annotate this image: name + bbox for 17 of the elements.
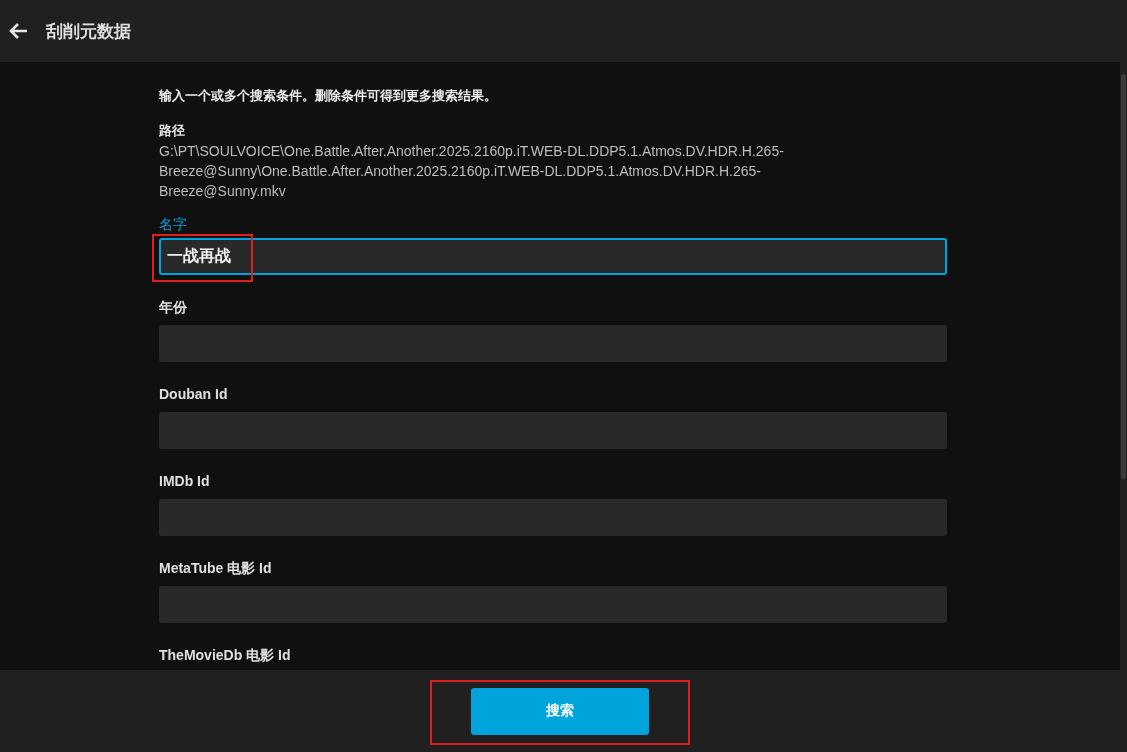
field-label: IMDb Id	[159, 472, 211, 491]
back-arrow-icon[interactable]	[8, 22, 28, 40]
field-label: 年份	[159, 298, 188, 317]
scrollbar-thumb[interactable]	[1121, 74, 1126, 479]
input-field[interactable]: 一战再战	[159, 238, 947, 275]
input-field[interactable]	[159, 586, 947, 623]
path-label: 路径	[159, 122, 186, 140]
field-label: Douban Id	[159, 385, 229, 404]
input-field[interactable]	[159, 412, 947, 449]
input-field[interactable]	[159, 499, 947, 536]
instruction-text: 输入一个或多个搜索条件。删除条件可得到更多搜索结果。	[159, 87, 498, 105]
path-text: G:\PT\SOULVOICE\One.Battle.After.Another.2025.2160p.iT.WEB-DL.DDP5.1.Atmos.DV.HDR.H.265-Breeze@Sunny\One.Battle.After.Another.2025.2160p.iT.WEB-DL.DDP5.1.Atmos.DV.HDR.H.265-Breeze@Sunny.mkv	[159, 142, 785, 201]
field-label: 名字	[159, 215, 188, 234]
input-field[interactable]	[159, 325, 947, 362]
field-label: MetaTube 电影 Id	[159, 559, 273, 578]
page-title: 刮削元数据	[46, 20, 131, 43]
field-label: TheMovieDb 电影 Id	[159, 646, 292, 665]
